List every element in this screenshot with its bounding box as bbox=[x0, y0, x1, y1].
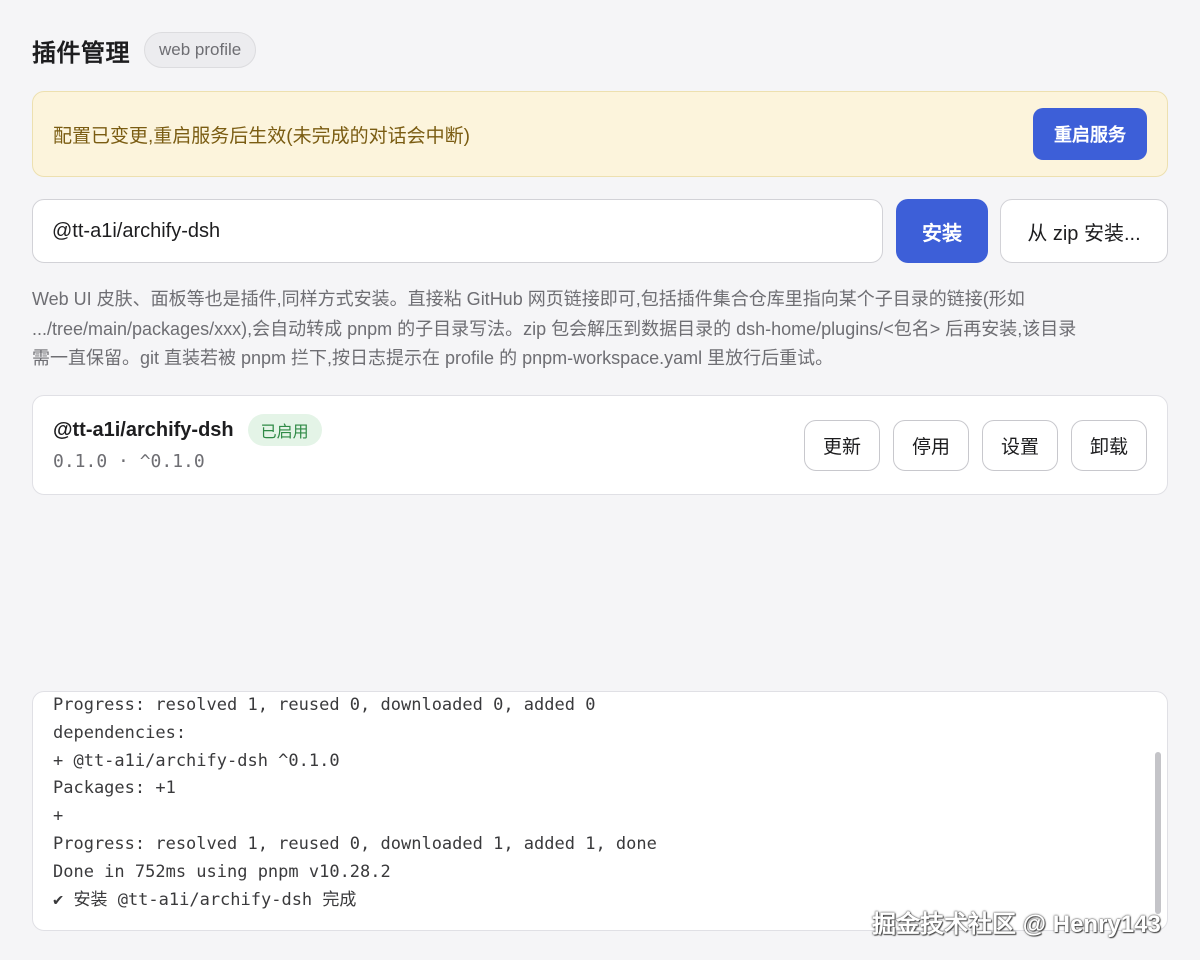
install-log-panel[interactable]: Progress: resolved 1, reused 0, download… bbox=[32, 691, 1168, 931]
settings-button[interactable]: 设置 bbox=[982, 420, 1058, 471]
uninstall-button[interactable]: 卸载 bbox=[1071, 420, 1147, 471]
install-button[interactable]: 安装 bbox=[896, 199, 988, 263]
log-line: + bbox=[53, 806, 64, 827]
restart-service-button[interactable]: 重启服务 bbox=[1033, 108, 1147, 160]
profile-badge: web profile bbox=[144, 32, 257, 68]
help-line: Web UI 皮肤、面板等也是插件,同样方式安装。直接粘 GitHub 网页链接… bbox=[32, 289, 1025, 309]
install-row: 安装 从 zip 安装... bbox=[32, 199, 1168, 263]
log-line: ✔ 安装 @tt-a1i/archify-dsh 完成 bbox=[53, 889, 357, 910]
update-button[interactable]: 更新 bbox=[804, 420, 880, 471]
plugin-name: @tt-a1i/archify-dsh bbox=[53, 418, 234, 441]
package-input[interactable] bbox=[32, 199, 883, 263]
restart-notice: 配置已变更,重启服务后生效(未完成的对话会中断) 重启服务 bbox=[32, 91, 1168, 177]
help-text: Web UI 皮肤、面板等也是插件,同样方式安装。直接粘 GitHub 网页链接… bbox=[32, 285, 1172, 374]
log-lines: Progress: resolved 1, reused 0, download… bbox=[53, 692, 657, 914]
log-line: dependencies: bbox=[53, 722, 187, 743]
help-line: .../tree/main/packages/xxx),会自动转成 pnpm 的… bbox=[32, 318, 1077, 339]
help-line: 需一直保留。git 直装若被 pnpm 拦下,按日志提示在 profile 的 … bbox=[32, 348, 834, 368]
page-title: 插件管理 bbox=[32, 39, 130, 67]
log-line: Done in 752ms using pnpm v10.28.2 bbox=[53, 861, 391, 882]
log-line: Progress: resolved 1, reused 0, download… bbox=[53, 695, 596, 715]
disable-button[interactable]: 停用 bbox=[893, 420, 969, 471]
log-line: + @tt-a1i/archify-dsh ^0.1.0 bbox=[53, 750, 340, 771]
log-line: Packages: +1 bbox=[53, 778, 176, 799]
status-badge: 已启用 bbox=[247, 414, 322, 446]
plugin-name-row: @tt-a1i/archify-dsh 已启用 bbox=[53, 414, 322, 446]
notice-text: 配置已变更,重启服务后生效(未完成的对话会中断) bbox=[53, 125, 470, 147]
install-from-zip-button[interactable]: 从 zip 安装... bbox=[1000, 199, 1168, 263]
log-scrollbar[interactable] bbox=[1155, 752, 1161, 914]
plugin-actions: 更新 停用 设置 卸载 bbox=[804, 420, 1147, 471]
watermark: 掘金技术社区 @ Henry143 bbox=[872, 911, 1161, 938]
plugin-version: 0.1.0 · ^0.1.0 bbox=[53, 451, 205, 472]
log-line: Progress: resolved 1, reused 0, download… bbox=[53, 833, 657, 854]
page-header: 插件管理 web profile bbox=[32, 30, 257, 70]
plugin-card: @tt-a1i/archify-dsh 已启用 0.1.0 · ^0.1.0 更… bbox=[32, 395, 1168, 495]
